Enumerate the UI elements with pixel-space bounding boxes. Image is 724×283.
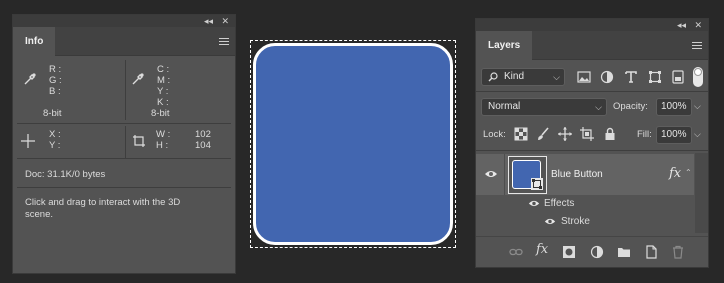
collapse-icon[interactable]: ◂◂	[677, 19, 686, 31]
stroke-effect-row[interactable]: Stroke	[476, 213, 694, 231]
layers-action-bar: fx	[476, 236, 708, 267]
stroke-label: Stroke	[561, 216, 590, 227]
layer-thumbnail[interactable]	[508, 156, 547, 194]
chevron-down-icon: ⌵	[553, 72, 560, 82]
info-tab-bar: Info	[13, 27, 235, 56]
filter-toggle-switch[interactable]	[693, 67, 703, 87]
lock-transparent-pixels-icon[interactable]	[514, 127, 528, 141]
collapse-effects-icon[interactable]: ⌃	[685, 168, 692, 177]
info-panel-titlebar: ◂◂ ✕	[13, 15, 235, 27]
divider	[17, 187, 231, 188]
eyedropper-icon	[24, 73, 36, 85]
vector-shape-badge-icon	[531, 178, 543, 190]
close-icon[interactable]: ✕	[221, 15, 229, 27]
divider	[504, 154, 505, 195]
new-group-icon[interactable]	[617, 245, 631, 259]
layer-row-blue-button[interactable]: Blue Button fx ⌃	[476, 154, 694, 195]
divider	[125, 126, 126, 158]
doc-info: Doc: 31.1K/0 bytes	[25, 169, 106, 180]
fill-label: Fill:	[637, 129, 652, 140]
eye-icon[interactable]	[484, 169, 498, 179]
eyedropper-icon	[132, 73, 144, 85]
filter-kind-label: Kind	[504, 71, 525, 82]
add-layer-style-icon[interactable]: fx	[536, 242, 548, 257]
divider	[125, 60, 126, 120]
crosshair-icon	[21, 134, 35, 148]
tab-info[interactable]: Info	[13, 27, 56, 56]
blend-mode-dropdown[interactable]: Normal ⌵	[481, 98, 607, 116]
filter-kind-dropdown[interactable]: Kind ⌵	[481, 68, 565, 86]
panel-menu-icon[interactable]	[219, 38, 229, 47]
collapse-icon[interactable]: ◂◂	[204, 15, 213, 27]
panel-menu-icon[interactable]	[692, 42, 702, 51]
x-label: X :	[49, 129, 61, 140]
type-filter-icon[interactable]	[624, 70, 638, 84]
layers-tab-bar: Layers	[476, 31, 708, 60]
blend-mode-value: Normal	[488, 101, 521, 112]
delete-layer-icon[interactable]	[671, 245, 685, 259]
close-icon[interactable]: ✕	[694, 19, 702, 31]
tab-layers[interactable]: Layers	[476, 31, 533, 60]
lock-position-icon[interactable]	[558, 127, 572, 141]
divider	[476, 150, 708, 151]
selection-size-icon	[133, 135, 145, 147]
cmyk-label-y: Y :	[157, 86, 169, 97]
width-label: W :	[156, 129, 171, 140]
smart-object-filter-icon[interactable]	[671, 70, 685, 84]
effects-label: Effects	[544, 198, 575, 209]
shape-filter-icon[interactable]	[648, 70, 662, 84]
chevron-down-icon: ⌵	[595, 102, 602, 112]
fill-slider-chevron-icon[interactable]: ⌵	[694, 129, 701, 140]
selection-marquee	[250, 40, 456, 248]
divider	[17, 123, 231, 124]
layers-panel-titlebar: ◂◂ ✕	[476, 19, 708, 31]
new-adjustment-layer-icon[interactable]	[590, 245, 604, 259]
rgb-label-b: B :	[49, 86, 61, 97]
opacity-slider-chevron-icon[interactable]: ⌵	[694, 101, 701, 112]
fx-badge[interactable]: fx	[669, 166, 681, 181]
layers-panel: ◂◂ ✕ Layers Kind ⌵ Normal ⌵ Opacity: 100…	[475, 18, 709, 268]
info-panel: ◂◂ ✕ Info R : G : B : 8-bit C : M : Y : …	[12, 14, 236, 274]
height-label: H :	[156, 140, 169, 151]
opacity-input[interactable]: 100%	[656, 98, 692, 116]
bit-depth-right: 8-bit	[151, 108, 170, 119]
eye-icon[interactable]	[544, 217, 556, 226]
cmyk-label-k: K :	[157, 97, 169, 108]
hint-text: Click and drag to interact with the 3D s…	[25, 197, 181, 220]
image-filter-icon[interactable]	[577, 70, 591, 84]
search-icon	[488, 72, 498, 82]
effects-row[interactable]: Effects	[476, 195, 694, 213]
add-mask-icon[interactable]	[562, 245, 576, 259]
link-layers-icon[interactable]	[509, 245, 523, 259]
lock-label: Lock:	[483, 129, 506, 140]
bit-depth-left: 8-bit	[43, 108, 62, 119]
rgb-label-r: R :	[49, 64, 62, 75]
lock-image-pixels-icon[interactable]	[536, 127, 550, 141]
divider	[17, 158, 231, 159]
new-layer-icon[interactable]	[644, 245, 658, 259]
fill-input[interactable]: 100%	[656, 126, 692, 144]
cmyk-label-m: M :	[157, 75, 171, 86]
adjustment-filter-icon[interactable]	[600, 70, 614, 84]
cmyk-label-c: C :	[157, 64, 170, 75]
width-value: 102	[195, 129, 211, 140]
canvas[interactable]	[250, 40, 456, 248]
lock-all-icon[interactable]	[603, 127, 617, 141]
height-value: 104	[195, 140, 211, 151]
divider	[476, 91, 708, 92]
y-label: Y :	[49, 140, 61, 151]
layer-name[interactable]: Blue Button	[551, 169, 603, 180]
eye-icon[interactable]	[528, 199, 540, 208]
rgb-label-g: G :	[49, 75, 62, 86]
layers-scrollbar[interactable]	[695, 153, 708, 233]
prevent-auto-nesting-icon[interactable]	[580, 127, 594, 141]
opacity-label: Opacity:	[613, 101, 648, 112]
